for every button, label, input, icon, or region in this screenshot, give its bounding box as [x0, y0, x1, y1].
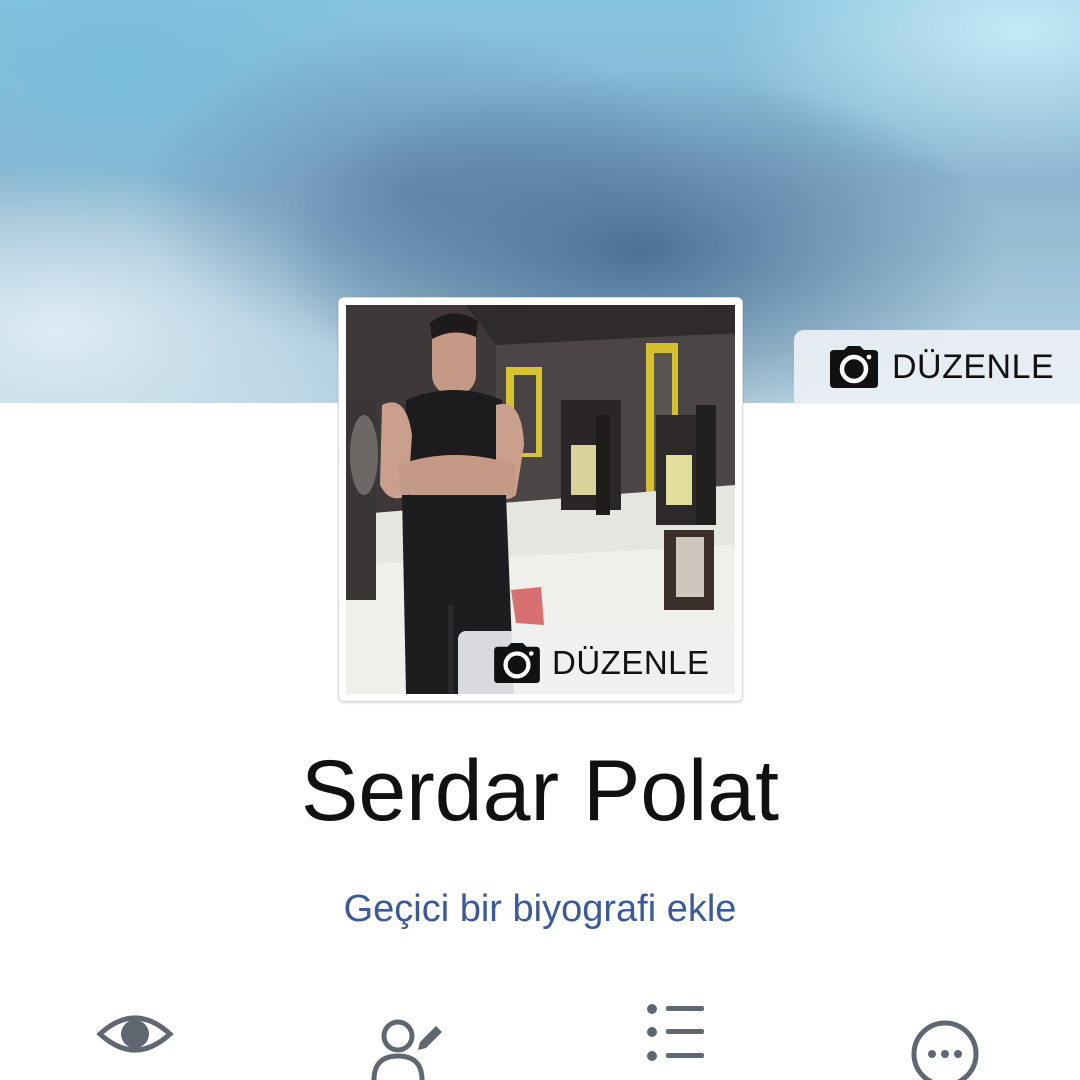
profile-picture-frame[interactable]: DÜZENLE: [338, 297, 743, 702]
edit-cover-button[interactable]: DÜZENLE: [794, 330, 1080, 404]
more-icon: [911, 1020, 979, 1080]
profile-page: DÜZENLE DÜZENLE Serdar Polat Geçici bir …: [0, 0, 1080, 1080]
eye-icon: [96, 1015, 174, 1053]
edit-cover-label: DÜZENLE: [892, 347, 1055, 386]
camera-icon: [830, 346, 878, 388]
edit-profile-icon: [371, 1019, 442, 1080]
edit-profile-picture-label: DÜZENLE: [552, 643, 710, 681]
profile-action-bar: [0, 1000, 1080, 1080]
profile-picture[interactable]: DÜZENLE: [346, 305, 735, 694]
activity-log-button[interactable]: [620, 1000, 740, 1080]
activity-log-icon: [647, 1004, 704, 1061]
camera-icon: [494, 642, 540, 683]
edit-profile-picture-button[interactable]: DÜZENLE: [458, 631, 735, 694]
edit-profile-button[interactable]: [350, 1000, 470, 1080]
profile-name: Serdar Polat: [300, 743, 780, 839]
view-as-button[interactable]: [80, 1000, 200, 1080]
more-button[interactable]: [890, 1000, 1010, 1080]
add-bio-link[interactable]: Geçici bir biyografi ekle: [0, 888, 1080, 931]
